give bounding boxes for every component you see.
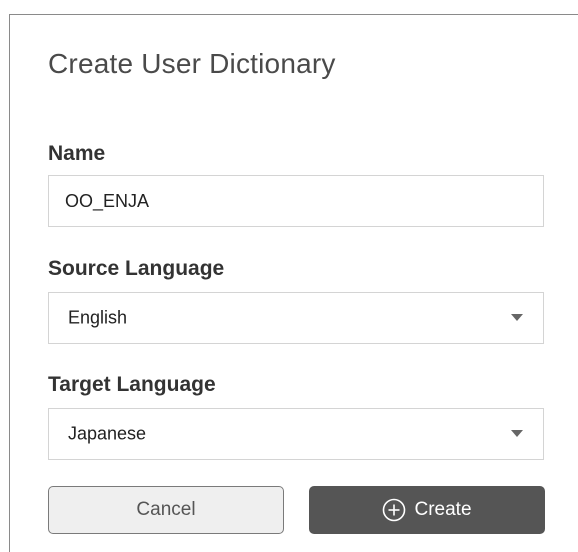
- chevron-down-icon: [511, 430, 523, 437]
- plus-circle-icon: [383, 498, 406, 522]
- create-button[interactable]: Create: [309, 486, 545, 534]
- name-label: Name: [48, 142, 106, 165]
- target-language-value: Japanese: [68, 423, 147, 444]
- create-user-dictionary-dialog: Create User Dictionary Name Source Langu…: [9, 14, 578, 552]
- target-language-label: Target Language: [48, 373, 216, 396]
- cancel-button[interactable]: Cancel: [48, 486, 284, 534]
- chevron-down-icon: [511, 314, 523, 321]
- source-language-value: English: [68, 307, 128, 328]
- create-button-label: Create: [414, 499, 472, 520]
- source-language-select[interactable]: English: [48, 292, 544, 344]
- cancel-button-label: Cancel: [136, 499, 196, 520]
- dialog-title: Create User Dictionary: [48, 48, 336, 79]
- name-input[interactable]: [48, 175, 544, 227]
- target-language-select[interactable]: Japanese: [48, 408, 544, 460]
- source-language-label: Source Language: [48, 257, 225, 280]
